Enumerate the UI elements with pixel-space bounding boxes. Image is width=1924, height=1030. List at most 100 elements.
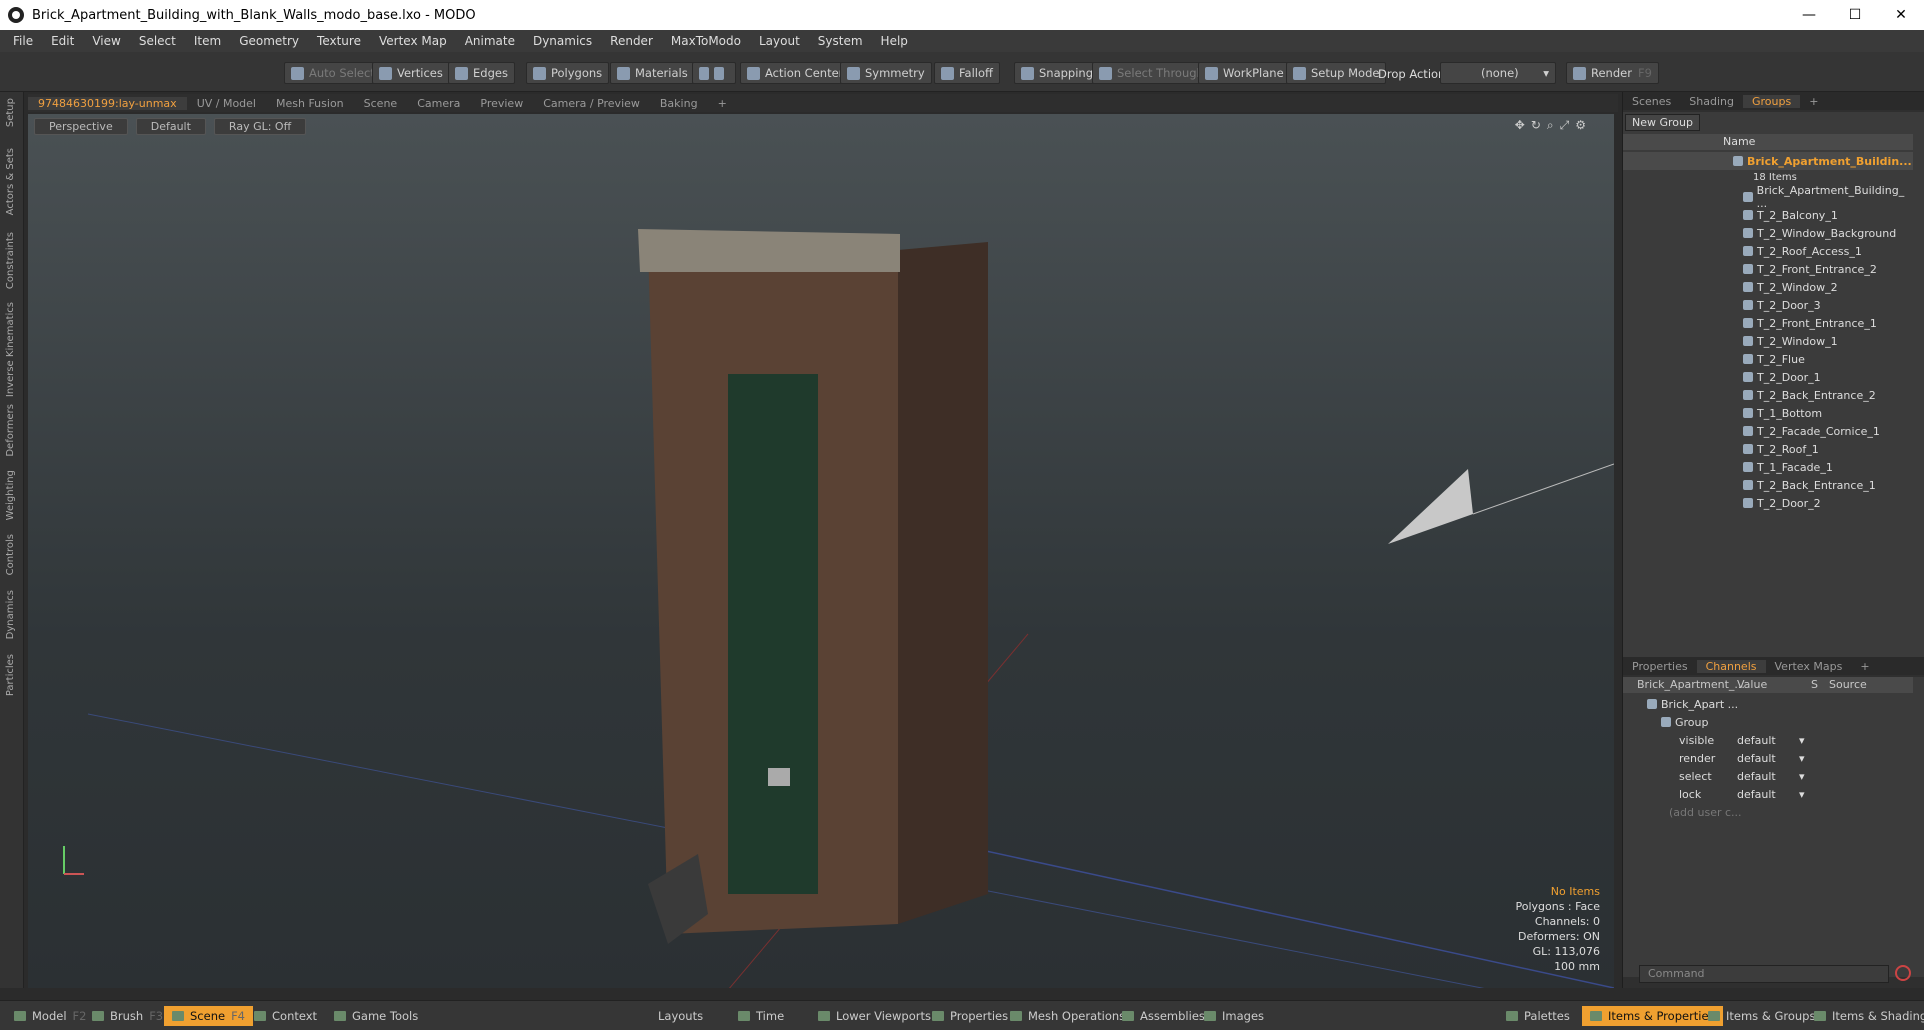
- chevron-down-icon[interactable]: ▾: [1799, 752, 1805, 765]
- workplane-button[interactable]: WorkPlane: [1198, 62, 1291, 84]
- chevron-down-icon[interactable]: ▾: [1799, 770, 1805, 783]
- fit-icon[interactable]: ⤢: [1560, 118, 1576, 132]
- chevron-down-icon[interactable]: ▾: [1799, 734, 1805, 747]
- group-item-row[interactable]: T_2_Front_Entrance_1: [1623, 314, 1913, 332]
- channel-row[interactable]: render default ▾: [1623, 749, 1913, 767]
- channel-group-row[interactable]: Group: [1623, 713, 1913, 731]
- menu-file[interactable]: File: [4, 34, 42, 48]
- new-group-button[interactable]: New Group: [1625, 114, 1700, 131]
- side-tab-constraints[interactable]: Constraints: [5, 232, 16, 289]
- layout-brush-button[interactable]: Brush F3: [84, 1006, 171, 1026]
- lower-viewports-button[interactable]: Lower Viewports: [810, 1006, 939, 1026]
- menu-select[interactable]: Select: [130, 34, 185, 48]
- side-tab-particles[interactable]: Particles: [5, 654, 16, 696]
- select-through-button[interactable]: Select Through: [1092, 62, 1211, 84]
- menu-render[interactable]: Render: [601, 34, 662, 48]
- tab-properties[interactable]: Properties: [1623, 660, 1697, 673]
- 3d-viewport[interactable]: Perspective Default Ray GL: Off ✥↻⌕⤢⚙ No…: [28, 114, 1614, 988]
- snapping-button[interactable]: Snapping: [1014, 62, 1101, 84]
- close-button[interactable]: ✕: [1878, 7, 1924, 23]
- group-item-row[interactable]: T_2_Back_Entrance_1: [1623, 476, 1913, 494]
- menu-layout[interactable]: Layout: [750, 34, 809, 48]
- polygons-button[interactable]: Polygons: [526, 62, 610, 84]
- items-groups-button[interactable]: Items & Groups: [1700, 1006, 1823, 1026]
- setup-mode-button[interactable]: Setup Mode: [1286, 62, 1387, 84]
- group-item-row[interactable]: T_2_Door_2: [1623, 494, 1913, 512]
- command-input[interactable]: Command: [1639, 965, 1889, 983]
- tab-scenes[interactable]: Scenes: [1623, 95, 1680, 108]
- tab-vertex-maps[interactable]: Vertex Maps: [1766, 660, 1852, 673]
- time-button[interactable]: Time: [730, 1006, 792, 1026]
- group-item-row[interactable]: T_2_Front_Entrance_2: [1623, 260, 1913, 278]
- side-tab-weighting[interactable]: Weighting: [5, 470, 16, 520]
- rotate-icon[interactable]: ↻: [1531, 118, 1547, 132]
- tab-uv-model[interactable]: UV / Model: [187, 97, 266, 110]
- side-tab-controls[interactable]: Controls: [5, 534, 16, 575]
- tab-scene[interactable]: Scene: [354, 97, 408, 110]
- images-button[interactable]: Images: [1196, 1006, 1272, 1026]
- symmetry-button[interactable]: Symmetry: [840, 62, 932, 84]
- action-center-button[interactable]: Action Center: [740, 62, 851, 84]
- add-user-channel[interactable]: (add user c...: [1623, 803, 1913, 821]
- vertices-button[interactable]: Vertices: [372, 62, 450, 84]
- group-item-row[interactable]: T_2_Window_Background: [1623, 224, 1913, 242]
- tab-camera-preview[interactable]: Camera / Preview: [533, 97, 650, 110]
- edges-button[interactable]: Edges: [448, 62, 515, 84]
- side-tab-setup[interactable]: Setup: [5, 98, 16, 127]
- group-item-row[interactable]: T_2_Window_2: [1623, 278, 1913, 296]
- layout-context-button[interactable]: Context: [246, 1006, 325, 1026]
- channel-item-row[interactable]: Brick_Apart ...: [1623, 695, 1913, 713]
- group-item-row[interactable]: Brick_Apartment_Building_ ...: [1623, 184, 1913, 210]
- menu-dynamics[interactable]: Dynamics: [524, 34, 601, 48]
- channel-row[interactable]: lock default ▾: [1623, 785, 1913, 803]
- side-tab-actors-sets[interactable]: Actors & Sets: [5, 148, 16, 215]
- group-item-row[interactable]: T_2_Door_1: [1623, 368, 1913, 386]
- shading-mode-select[interactable]: Default: [135, 118, 206, 135]
- tab-groups[interactable]: Groups: [1742, 94, 1801, 108]
- layout-scene-button[interactable]: Scene F4: [164, 1006, 253, 1026]
- group-item-row[interactable]: T_2_Roof_Access_1: [1623, 242, 1913, 260]
- tab-camera[interactable]: Camera: [407, 97, 470, 110]
- pan-icon[interactable]: ✥: [1515, 118, 1531, 132]
- tab-shading[interactable]: Shading: [1680, 95, 1743, 108]
- menu-help[interactable]: Help: [872, 34, 917, 48]
- menu-view[interactable]: View: [83, 34, 129, 48]
- layout-model-button[interactable]: Model F2: [6, 1006, 94, 1026]
- channel-value[interactable]: default: [1737, 770, 1776, 783]
- side-tab-dynamics[interactable]: Dynamics: [5, 590, 16, 639]
- tab-channels[interactable]: Channels: [1696, 659, 1766, 673]
- group-item-row[interactable]: T_1_Bottom: [1623, 404, 1913, 422]
- drop-action-select[interactable]: (none) ▾: [1440, 62, 1556, 84]
- palettes-button[interactable]: Palettes: [1498, 1006, 1578, 1026]
- tab-preview[interactable]: Preview: [470, 97, 533, 110]
- channel-value[interactable]: default: [1737, 788, 1776, 801]
- maximize-button[interactable]: ☐: [1832, 7, 1878, 23]
- group-item-row[interactable]: T_2_Balcony_1: [1623, 206, 1913, 224]
- layouts-button[interactable]: Layouts: [650, 1006, 711, 1026]
- group-item-row[interactable]: T_2_Roof_1: [1623, 440, 1913, 458]
- falloff-button[interactable]: Falloff: [934, 62, 1000, 84]
- menu-item[interactable]: Item: [185, 34, 230, 48]
- side-tab-inverse-kinematics[interactable]: Inverse Kinematics: [5, 302, 16, 397]
- group-item-row[interactable]: T_2_Back_Entrance_2: [1623, 386, 1913, 404]
- selection-sets-button[interactable]: [692, 62, 736, 84]
- group-item-row[interactable]: T_2_Flue: [1623, 350, 1913, 368]
- gear-icon[interactable]: ⚙: [1575, 118, 1592, 132]
- materials-button[interactable]: Materials: [610, 62, 695, 84]
- raygl-toggle[interactable]: Ray GL: Off: [213, 118, 307, 135]
- layout-game-tools-button[interactable]: Game Tools: [326, 1006, 426, 1026]
- render-button[interactable]: Render F9: [1566, 62, 1659, 84]
- group-item-row[interactable]: T_1_Facade_1: [1623, 458, 1913, 476]
- zoom-icon[interactable]: ⌕: [1547, 118, 1560, 132]
- menu-animate[interactable]: Animate: [456, 34, 524, 48]
- minimize-button[interactable]: —: [1786, 7, 1832, 23]
- add-panel-tab-button[interactable]: +: [1800, 95, 1827, 108]
- channel-row[interactable]: visible default ▾: [1623, 731, 1913, 749]
- menu-edit[interactable]: Edit: [42, 34, 83, 48]
- tab-lay-unmax[interactable]: 97484630199:lay-unmax: [28, 96, 187, 110]
- add-props-tab-button[interactable]: +: [1851, 660, 1878, 673]
- chevron-down-icon[interactable]: ▾: [1799, 788, 1805, 801]
- menu-maxtomodo[interactable]: MaxToModo: [662, 34, 750, 48]
- tab-baking[interactable]: Baking: [650, 97, 708, 110]
- channel-row[interactable]: select default ▾: [1623, 767, 1913, 785]
